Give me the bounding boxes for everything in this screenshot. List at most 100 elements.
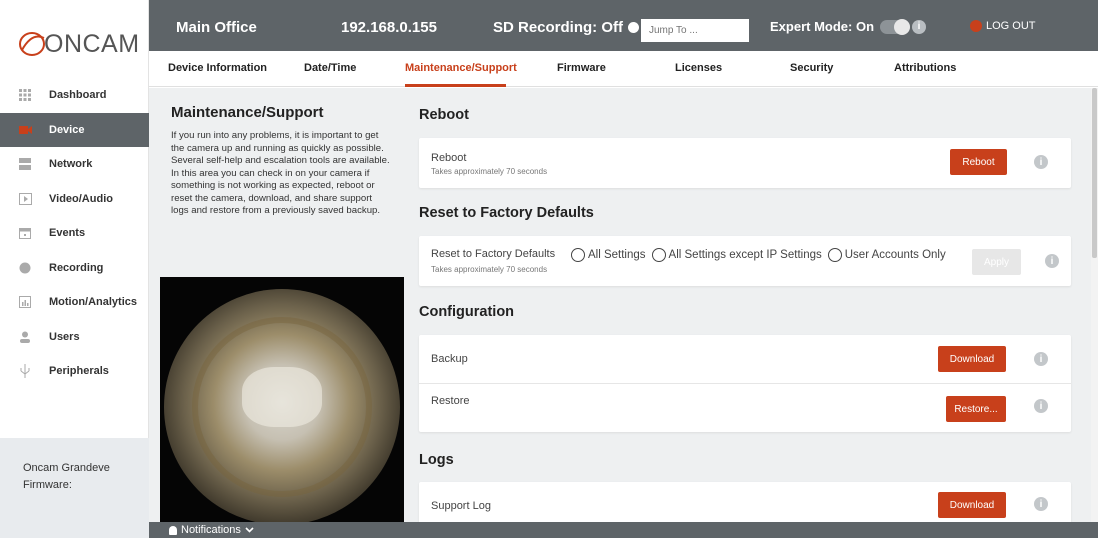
- logs-section-title: Logs: [419, 452, 454, 468]
- sidebar-item-label: Device: [49, 123, 85, 136]
- sidebar-item-peripherals[interactable]: Peripherals: [0, 354, 149, 389]
- radio-all-except-ip[interactable]: All Settings except IP Settings: [651, 248, 822, 262]
- logout-button[interactable]: LOG OUT: [970, 20, 1036, 32]
- grid-icon: [18, 88, 32, 102]
- radio-circle: [827, 248, 842, 262]
- tab-device-information[interactable]: Device Information: [168, 62, 267, 74]
- sidebar-item-label: Video/Audio: [49, 192, 113, 205]
- radio-label: User Accounts Only: [844, 249, 946, 261]
- scrollbar-thumb[interactable]: [1092, 88, 1097, 258]
- radio-label: All Settings except IP Settings: [668, 249, 822, 261]
- backup-label: Backup: [431, 353, 468, 365]
- reboot-section-title: Reboot: [419, 107, 469, 123]
- tab-security[interactable]: Security: [790, 62, 833, 74]
- sidebar-item-recording[interactable]: Recording: [0, 251, 149, 286]
- tab-bar: Device Information Date/Time Maintenance…: [149, 51, 1098, 87]
- reboot-card: Reboot Takes approximately 70 seconds Re…: [419, 138, 1071, 188]
- main-content: Maintenance/Support If you run into any …: [149, 88, 1098, 522]
- sidebar-nav: Dashboard Device Network Video/Audio Eve…: [0, 78, 149, 389]
- reset-duration: Takes approximately 70 seconds: [431, 265, 548, 274]
- status-dot-icon: [628, 22, 639, 33]
- info-icon[interactable]: i: [1034, 155, 1048, 169]
- sidebar-item-video-audio[interactable]: Video/Audio: [0, 182, 149, 217]
- logo-swirl-icon: [16, 30, 48, 58]
- info-icon[interactable]: i: [1034, 352, 1048, 366]
- sidebar-item-label: Users: [49, 330, 80, 343]
- expert-mode-toggle[interactable]: [880, 18, 911, 35]
- radio-label: All Settings: [588, 249, 646, 261]
- sidebar-item-label: Recording: [49, 261, 104, 274]
- logout-label: LOG OUT: [986, 20, 1036, 32]
- restore-label: Restore: [431, 395, 470, 407]
- support-log-download-button[interactable]: Download: [938, 492, 1006, 518]
- reboot-duration: Takes approximately 70 seconds: [431, 167, 548, 176]
- tab-firmware[interactable]: Firmware: [557, 62, 606, 74]
- top-bar: Main Office 192.168.0.155 SD Recording: …: [149, 0, 1098, 51]
- tab-maintenance-support[interactable]: Maintenance/Support: [405, 62, 517, 74]
- chart-icon: [18, 295, 32, 309]
- sd-recording-status: SD Recording: Off: [493, 19, 639, 36]
- configuration-card: Backup Download i Restore Restore... i: [419, 335, 1071, 432]
- apply-button[interactable]: Apply: [972, 249, 1021, 275]
- sidebar-item-motion-analytics[interactable]: Motion/Analytics: [0, 285, 149, 320]
- logs-card: Support Log Download i: [419, 482, 1071, 522]
- row-divider: [419, 383, 1071, 384]
- user-icon: [18, 330, 32, 344]
- info-panel: Maintenance/Support If you run into any …: [171, 104, 391, 218]
- reboot-button[interactable]: Reboot: [950, 149, 1007, 175]
- fisheye-center: [242, 367, 322, 427]
- reset-card: Reset to Factory Defaults Takes approxim…: [419, 236, 1071, 286]
- support-log-label: Support Log: [431, 500, 491, 512]
- bell-icon: [169, 525, 177, 535]
- sidebar-item-users[interactable]: Users: [0, 320, 149, 355]
- active-tab-indicator: [405, 84, 506, 87]
- network-icon: [18, 157, 32, 171]
- content-scrollbar[interactable]: [1091, 88, 1098, 522]
- restore-button[interactable]: Restore...: [946, 396, 1006, 422]
- power-icon: [970, 20, 982, 32]
- ip-address: 192.168.0.155: [341, 19, 437, 36]
- usb-icon: [18, 364, 32, 379]
- camera-icon: [18, 123, 32, 137]
- tab-date-time[interactable]: Date/Time: [304, 62, 356, 74]
- sidebar-item-device[interactable]: Device: [0, 112, 149, 147]
- radio-all-settings[interactable]: All Settings: [571, 248, 646, 262]
- sidebar-item-network[interactable]: Network: [0, 147, 149, 182]
- radio-user-accounts[interactable]: User Accounts Only: [827, 248, 946, 262]
- notifications-label: Notifications: [181, 524, 241, 536]
- notifications-bar[interactable]: Notifications: [149, 522, 1098, 538]
- info-icon[interactable]: i: [1045, 254, 1059, 268]
- backup-download-button[interactable]: Download: [938, 346, 1006, 372]
- info-icon[interactable]: i: [1034, 497, 1048, 511]
- reset-options: All Settings All Settings except IP Sett…: [571, 248, 952, 262]
- sidebar-item-events[interactable]: Events: [0, 216, 149, 251]
- sidebar: ONCAM Dashboard Device Network Video/Aud…: [0, 0, 149, 538]
- sidebar-item-dashboard[interactable]: Dashboard: [0, 78, 149, 113]
- fisheye-image: [164, 289, 400, 522]
- toggle-knob: [894, 18, 911, 35]
- configuration-section-title: Configuration: [419, 304, 515, 320]
- sidebar-item-label: Events: [49, 227, 86, 240]
- radio-circle: [651, 248, 666, 262]
- firmware-label: Firmware:: [23, 479, 72, 491]
- sidebar-item-label: Motion/Analytics: [49, 296, 138, 309]
- chevron-down-icon: [245, 524, 254, 536]
- sd-recording-label: SD Recording: Off: [493, 19, 623, 36]
- oncam-logo[interactable]: ONCAM: [16, 28, 140, 60]
- expert-mode: Expert Mode: On i: [770, 18, 927, 35]
- reboot-label: Reboot: [431, 152, 467, 164]
- info-description: If you run into any problems, it is impo…: [171, 130, 390, 216]
- jump-to-input[interactable]: [641, 19, 749, 42]
- location-name: Main Office: [176, 19, 257, 36]
- logo-text: ONCAM: [44, 29, 140, 58]
- reset-section-title: Reset to Factory Defaults: [419, 205, 594, 221]
- sidebar-item-label: Peripherals: [49, 365, 109, 378]
- tab-licenses[interactable]: Licenses: [675, 62, 722, 74]
- record-icon: [18, 261, 32, 275]
- info-icon[interactable]: i: [912, 19, 927, 34]
- camera-preview[interactable]: [160, 277, 404, 522]
- play-icon: [18, 192, 32, 206]
- sidebar-item-label: Network: [49, 158, 93, 171]
- info-icon[interactable]: i: [1034, 399, 1048, 413]
- tab-attributions[interactable]: Attributions: [894, 62, 956, 74]
